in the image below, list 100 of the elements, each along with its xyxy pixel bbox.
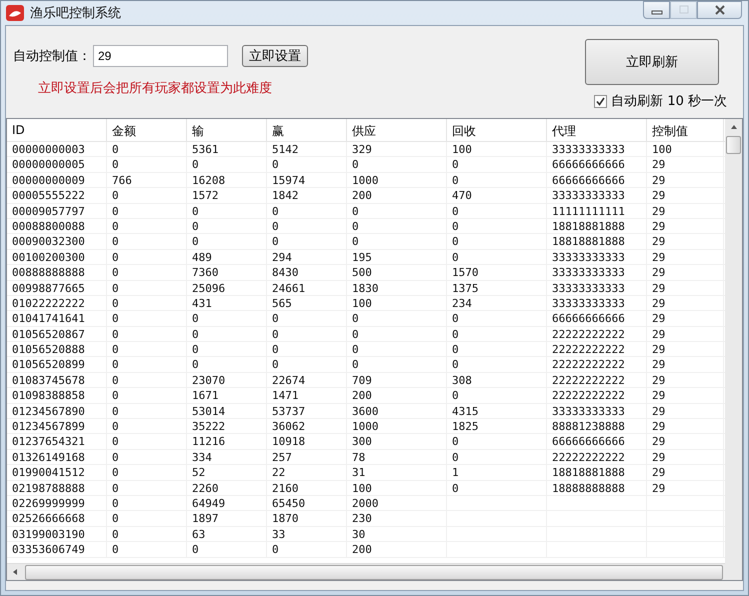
column-header[interactable]: 控制值 (647, 119, 724, 141)
table-cell: 22222222222 (547, 450, 647, 464)
table-cell: 0 (267, 342, 347, 356)
table-cell: 308 (447, 372, 547, 388)
column-header[interactable]: 输 (187, 119, 267, 141)
checkbox[interactable] (594, 94, 608, 108)
column-header[interactable]: 赢 (267, 119, 347, 141)
table-cell: 00000000005 (7, 157, 107, 172)
table-cell: 294 (267, 250, 347, 264)
table-cell: 1 (447, 465, 547, 480)
table-cell: 200 (347, 388, 447, 403)
table-cell: 63 (187, 526, 267, 542)
table-cell: 0 (267, 234, 347, 249)
table-cell: 01056520888 (7, 342, 107, 356)
column-header[interactable]: ID (7, 119, 107, 141)
table-cell: 03353606749 (7, 542, 107, 557)
table-cell: 0 (347, 234, 447, 249)
table-cell: 22222222222 (547, 357, 647, 372)
table-cell: 53014 (187, 404, 267, 418)
table-cell: 29 (647, 388, 724, 403)
table-cell: 0 (447, 450, 547, 464)
table-cell: 29 (647, 234, 724, 249)
table-cell: 1570 (447, 265, 547, 280)
table-cell: 01234567890 (7, 404, 107, 418)
table-cell: 0 (107, 404, 187, 418)
table-cell: 66666666666 (547, 172, 647, 188)
table-cell: 0 (107, 142, 187, 156)
table-cell: 100 (447, 142, 547, 156)
auto-refresh-label: 自动刷新 10 秒一次 (611, 93, 727, 110)
table-cell: 0 (447, 311, 547, 326)
table-cell: 0 (107, 357, 187, 372)
column-header[interactable]: 代理 (547, 119, 647, 141)
table-cell: 01056520899 (7, 357, 107, 372)
table-cell: 0 (107, 372, 187, 388)
table-cell: 565 (267, 296, 347, 310)
table-cell: 0 (107, 218, 187, 234)
table-cell: 65450 (267, 496, 347, 510)
table-cell: 64949 (187, 496, 267, 510)
table-cell: 0 (107, 250, 187, 264)
input-field[interactable]: 29 (93, 45, 228, 67)
table-cell: 0 (447, 480, 547, 495)
table-cell: 0 (447, 234, 547, 249)
table-cell: 29 (647, 280, 724, 295)
table-cell: 01237654321 (7, 434, 107, 449)
table-cell: 0 (187, 542, 267, 557)
table-cell: 3600 (347, 404, 447, 418)
table-cell: 1870 (267, 511, 347, 526)
column-header[interactable]: 供应 (347, 119, 447, 141)
table-cell: 0 (447, 172, 547, 188)
table-cell: 29 (647, 404, 724, 418)
table-cell: 29 (647, 465, 724, 480)
set-button[interactable]: 立即设置 (242, 45, 308, 67)
table-cell: 0 (107, 296, 187, 310)
minimize-button[interactable] (643, 1, 670, 19)
table-cell: 35222 (187, 419, 267, 434)
table-cell: 29 (647, 250, 724, 264)
column-header[interactable]: 金额 (107, 119, 187, 141)
table-cell: 78 (347, 450, 447, 464)
table-cell: 1825 (447, 419, 547, 434)
table-cell: 01234567899 (7, 419, 107, 434)
table-cell: 0 (187, 342, 267, 356)
table-cell: 0 (187, 218, 267, 234)
refresh-button[interactable]: 立即刷新 (585, 39, 719, 85)
table-cell: 8430 (267, 265, 347, 280)
table-cell: 0 (267, 157, 347, 172)
table-cell: 2160 (267, 480, 347, 495)
table-cell: 33333333333 (547, 265, 647, 280)
table-cell: 1897 (187, 511, 267, 526)
table-cell: 234 (447, 296, 547, 310)
table-cell: 31 (347, 465, 447, 480)
table-cell: 0 (107, 342, 187, 356)
table-cell: 01990041512 (7, 465, 107, 480)
table-cell: 0 (347, 204, 447, 218)
table-cell: 0 (187, 157, 267, 172)
table-cell: 0 (187, 204, 267, 218)
vertical-scrollbar[interactable] (725, 119, 742, 580)
app-icon (6, 5, 24, 21)
table-cell: 0 (267, 542, 347, 557)
table-cell: 01098388858 (7, 388, 107, 403)
table-cell: 0 (107, 465, 187, 480)
table-cell: 0 (187, 234, 267, 249)
table-cell: 1842 (267, 188, 347, 203)
table-cell: 0 (347, 157, 447, 172)
table-cell: 0 (347, 357, 447, 372)
table-cell: 29 (647, 204, 724, 218)
table-cell: 22222222222 (547, 372, 647, 388)
table-cell: 00090032300 (7, 234, 107, 249)
table-cell: 52 (187, 465, 267, 480)
table-cell: 36062 (267, 419, 347, 434)
table-cell: 22 (267, 465, 347, 480)
table-cell: 03199003190 (7, 526, 107, 542)
close-button[interactable] (697, 1, 742, 19)
table-cell: 16208 (187, 172, 267, 188)
table-cell: 0 (347, 326, 447, 342)
table-cell: 4315 (447, 404, 547, 418)
table-cell: 0 (107, 388, 187, 403)
scroll-thumb[interactable] (726, 136, 741, 154)
table-cell: 0 (447, 434, 547, 449)
table-cell: 00009057797 (7, 204, 107, 218)
column-header[interactable]: 回收 (447, 119, 547, 141)
